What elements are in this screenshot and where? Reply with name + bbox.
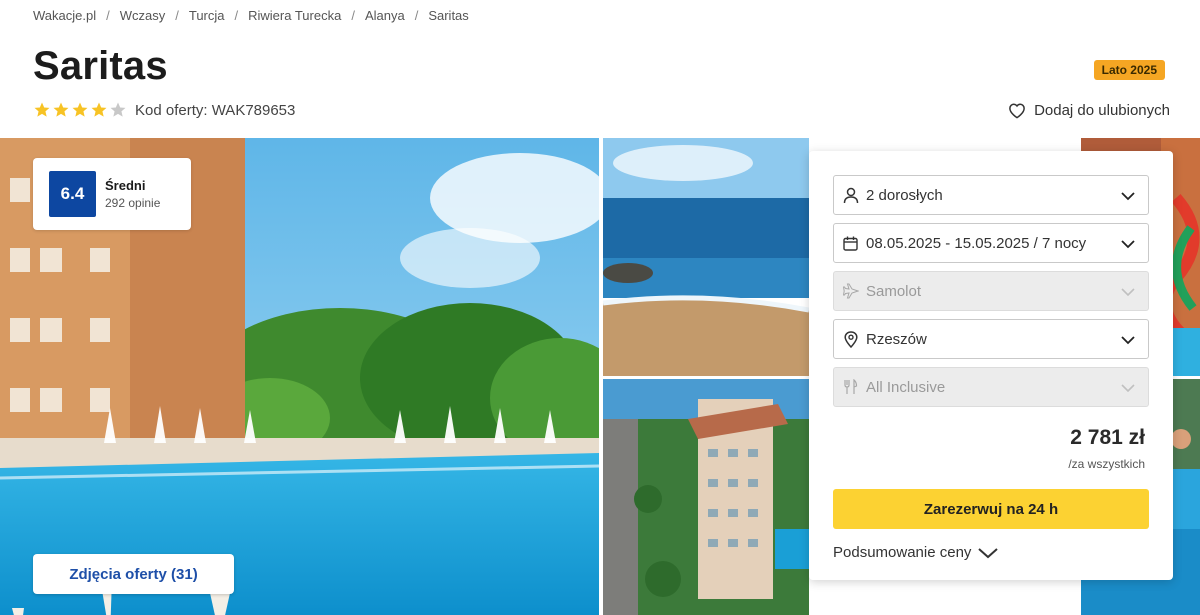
price-summary-label: Podsumowanie ceny xyxy=(833,544,972,561)
breadcrumb-separator: / xyxy=(414,8,419,23)
star-icon xyxy=(53,102,69,117)
breadcrumb-item-wczasy[interactable]: Wczasy xyxy=(120,8,166,23)
breadcrumb-item-saritas[interactable]: Saritas xyxy=(428,8,468,23)
rating-count: 292 opinie xyxy=(105,196,161,210)
chevron-down-icon xyxy=(1121,288,1135,297)
star-empty-icon xyxy=(110,102,126,117)
breadcrumb-item-alanya[interactable]: Alanya xyxy=(365,8,405,23)
chevron-down-icon xyxy=(1121,240,1135,249)
breadcrumb-item-riwiera[interactable]: Riwiera Turecka xyxy=(248,8,341,23)
chevron-down-icon xyxy=(978,547,999,558)
breadcrumb-item-turcja[interactable]: Turcja xyxy=(189,8,225,23)
departure-select[interactable]: Rzeszów xyxy=(833,319,1149,359)
person-icon xyxy=(842,187,859,204)
board-value: All Inclusive xyxy=(866,378,946,396)
breadcrumb-separator: / xyxy=(351,8,355,23)
departure-value: Rzeszów xyxy=(866,330,927,348)
breadcrumb-separator: / xyxy=(234,8,239,23)
rating-text: Średni 292 opinie xyxy=(105,178,160,210)
aerial-photo[interactable] xyxy=(603,379,809,615)
heart-icon xyxy=(1009,103,1025,119)
location-pin-icon xyxy=(842,330,859,348)
star-icon xyxy=(34,102,50,117)
rating-card[interactable]: 6.4 Średni 292 opinie xyxy=(33,158,191,230)
price-total: 2 781 zł xyxy=(1070,426,1145,449)
season-badge: Lato 2025 xyxy=(1093,60,1165,80)
chevron-down-icon xyxy=(1121,336,1135,345)
plane-icon xyxy=(842,283,859,300)
chevron-down-icon xyxy=(1121,192,1135,201)
hotel-stars xyxy=(33,101,127,119)
dates-value: 08.05.2025 - 15.05.2025 / 7 nocy xyxy=(866,234,1087,252)
breadcrumb-separator: / xyxy=(106,8,110,23)
booking-panel: 2 dorosłych 08.05.2025 - 15.05.2025 / 7 … xyxy=(809,151,1173,580)
travellers-select[interactable]: 2 dorosłych xyxy=(833,175,1149,215)
transport-value: Samolot xyxy=(866,282,922,300)
beach-photo[interactable] xyxy=(603,138,809,376)
page-title: Saritas xyxy=(33,44,168,88)
rating-label: Średni xyxy=(105,178,146,193)
photos-button[interactable]: Zdjęcia oferty (31) xyxy=(33,554,234,594)
star-icon xyxy=(72,102,88,117)
book-button[interactable]: Zarezerwuj na 24 h xyxy=(833,489,1149,529)
star-icon xyxy=(91,102,107,117)
transport-select[interactable]: Samolot xyxy=(833,271,1149,311)
chevron-down-icon xyxy=(1121,384,1135,393)
price-note: /za wszystkich xyxy=(1068,457,1145,471)
travellers-value: 2 dorosłych xyxy=(866,186,943,204)
rating-score: 6.4 xyxy=(49,171,96,217)
add-to-favorites-button[interactable]: Dodaj do ulubionych xyxy=(1008,102,1170,119)
dates-select[interactable]: 08.05.2025 - 15.05.2025 / 7 nocy xyxy=(833,223,1149,263)
calendar-icon xyxy=(842,235,859,252)
breadcrumb-separator: / xyxy=(175,8,179,23)
cutlery-icon xyxy=(842,379,859,396)
breadcrumb: Wakacje.pl / Wczasy / Turcja / Riwiera T… xyxy=(33,8,469,23)
offer-code: Kod oferty: WAK789653 xyxy=(135,102,296,119)
favorites-label: Dodaj do ulubionych xyxy=(1034,102,1170,119)
breadcrumb-item-home[interactable]: Wakacje.pl xyxy=(33,8,96,23)
price-summary-toggle[interactable]: Podsumowanie ceny xyxy=(833,544,999,561)
board-select[interactable]: All Inclusive xyxy=(833,367,1149,407)
